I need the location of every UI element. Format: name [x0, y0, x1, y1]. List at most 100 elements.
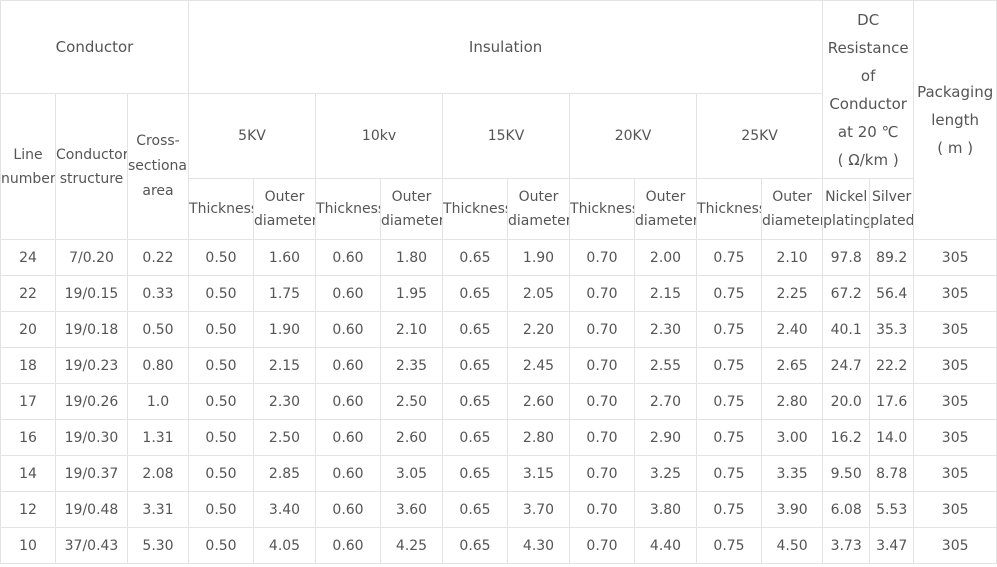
cell-15kv-outer-diameter: 3.70: [507, 491, 571, 528]
cell-cross-sectional-area: 0.80: [126, 347, 190, 384]
cell-10kv-outer-diameter: 2.35: [380, 347, 444, 384]
cell-25kv-outer-diameter: 2.40: [761, 311, 824, 348]
cell-silver-plated: 5.53: [869, 491, 915, 528]
cell-nickel-plating: 20.0: [822, 383, 871, 420]
cell-15kv-thickness: 0.65: [442, 383, 509, 420]
cell-5kv-thickness: 0.50: [188, 239, 255, 276]
cell-5kv-outer-diameter: 2.50: [253, 419, 317, 456]
cell-conductor-structure: 19/0.48: [55, 491, 128, 528]
cell-20kv-thickness: 0.70: [569, 491, 636, 528]
cell-conductor-structure: 19/0.18: [55, 311, 128, 348]
cell-cross-sectional-area: 1.31: [126, 419, 190, 456]
header-insulation: Insulation: [188, 0, 824, 94]
cell-silver-plated: 17.6: [869, 383, 915, 420]
cell-10kv-thickness: 0.60: [315, 491, 382, 528]
cell-15kv-thickness: 0.65: [442, 347, 509, 384]
cell-15kv-thickness: 0.65: [442, 527, 509, 564]
cell-10kv-thickness: 0.60: [315, 383, 382, 420]
cell-10kv-outer-diameter: 4.25: [380, 527, 444, 564]
cell-line-number: 12: [0, 491, 56, 528]
cell-15kv-outer-diameter: 3.15: [507, 455, 571, 492]
cell-5kv-thickness: 0.50: [188, 455, 255, 492]
cell-packaging-length: 305: [913, 419, 997, 456]
cell-line-number: 14: [0, 455, 56, 492]
cell-line-number: 17: [0, 383, 56, 420]
header-outer-diameter: Outer diameter: [761, 178, 824, 240]
cell-20kv-thickness: 0.70: [569, 383, 636, 420]
cell-silver-plated: 89.2: [869, 239, 915, 276]
cell-10kv-outer-diameter: 2.60: [380, 419, 444, 456]
table-row: 17 19/0.26 1.0 0.50 2.30 0.60 2.50 0.65 2.60 0.70…: [0, 383, 997, 420]
cell-5kv-thickness: 0.50: [188, 275, 255, 312]
cell-15kv-outer-diameter: 2.60: [507, 383, 571, 420]
cell-10kv-thickness: 0.60: [315, 419, 382, 456]
header-packaging-length: Packaging length ( m ): [913, 0, 997, 240]
cell-25kv-thickness: 0.75: [696, 275, 763, 312]
table-row: 12 19/0.48 3.31 0.50 3.40 0.60 3.60 0.65 3.70 0.7…: [0, 491, 997, 528]
cell-10kv-thickness: 0.60: [315, 527, 382, 564]
cell-25kv-thickness: 0.75: [696, 455, 763, 492]
cell-cross-sectional-area: 0.33: [126, 275, 190, 312]
cell-silver-plated: 35.3: [869, 311, 915, 348]
cell-25kv-outer-diameter: 4.50: [761, 527, 824, 564]
cell-5kv-outer-diameter: 2.15: [253, 347, 317, 384]
cell-silver-plated: 3.47: [869, 527, 915, 564]
cell-5kv-outer-diameter: 2.30: [253, 383, 317, 420]
cell-5kv-outer-diameter: 4.05: [253, 527, 317, 564]
cell-10kv-outer-diameter: 2.10: [380, 311, 444, 348]
cell-packaging-length: 305: [913, 455, 997, 492]
cell-conductor-structure: 19/0.23: [55, 347, 128, 384]
cell-packaging-length: 305: [913, 347, 997, 384]
cell-15kv-outer-diameter: 4.30: [507, 527, 571, 564]
cell-10kv-outer-diameter: 1.95: [380, 275, 444, 312]
table-row: 24 7/0.20 0.22 0.50 1.60 0.60 1.80 0.65 1.90 0.70…: [0, 239, 997, 276]
cell-line-number: 18: [0, 347, 56, 384]
cell-silver-plated: 22.2: [869, 347, 915, 384]
cell-10kv-outer-diameter: 3.05: [380, 455, 444, 492]
cell-nickel-plating: 40.1: [822, 311, 871, 348]
cell-25kv-thickness: 0.75: [696, 491, 763, 528]
cell-5kv-thickness: 0.50: [188, 311, 255, 348]
table-row: 10 37/0.43 5.30 0.50 4.05 0.60 4.25 0.65 4.30 0.7…: [0, 527, 997, 564]
cell-packaging-length: 305: [913, 275, 997, 312]
header-kv-5: 5KV: [188, 93, 317, 179]
header-thickness: Thickness: [442, 178, 509, 240]
header-outer-diameter: Outer diameter: [507, 178, 571, 240]
cell-line-number: 22: [0, 275, 56, 312]
cell-conductor-structure: 19/0.37: [55, 455, 128, 492]
header-thickness: Thickness: [315, 178, 382, 240]
cell-20kv-outer-diameter: 2.90: [634, 419, 698, 456]
cell-cross-sectional-area: 5.30: [126, 527, 190, 564]
header-row-1: Conductor Insulation DC Resistance of Co…: [0, 0, 997, 240]
cell-15kv-outer-diameter: 2.80: [507, 419, 571, 456]
cell-nickel-plating: 3.73: [822, 527, 871, 564]
header-kv-15: 15KV: [442, 93, 571, 179]
cell-10kv-thickness: 0.60: [315, 275, 382, 312]
cell-cross-sectional-area: 2.08: [126, 455, 190, 492]
header-kv-25: 25KV: [696, 93, 824, 179]
cell-10kv-thickness: 0.60: [315, 239, 382, 276]
table-row: 20 19/0.18 0.50 0.50 1.90 0.60 2.10 0.65 2.20 0.7…: [0, 311, 997, 348]
cell-25kv-thickness: 0.75: [696, 347, 763, 384]
cell-15kv-thickness: 0.65: [442, 419, 509, 456]
header-conductor-structure: Conductor structure: [55, 93, 128, 240]
cell-5kv-outer-diameter: 1.60: [253, 239, 317, 276]
cell-20kv-thickness: 0.70: [569, 419, 636, 456]
cell-25kv-outer-diameter: 3.00: [761, 419, 824, 456]
header-thickness: Thickness: [696, 178, 763, 240]
cell-nickel-plating: 16.2: [822, 419, 871, 456]
cell-15kv-thickness: 0.65: [442, 275, 509, 312]
cell-nickel-plating: 9.50: [822, 455, 871, 492]
cell-15kv-thickness: 0.65: [442, 311, 509, 348]
cell-line-number: 24: [0, 239, 56, 276]
cell-cross-sectional-area: 0.22: [126, 239, 190, 276]
header-outer-diameter: Outer diameter: [253, 178, 317, 240]
cell-5kv-outer-diameter: 2.85: [253, 455, 317, 492]
cell-25kv-outer-diameter: 3.35: [761, 455, 824, 492]
header-cross-sectional-area: Cross- sectional area: [126, 93, 190, 240]
cell-25kv-outer-diameter: 2.25: [761, 275, 824, 312]
header-kv-20: 20KV: [569, 93, 698, 179]
cell-25kv-thickness: 0.75: [696, 527, 763, 564]
header-silver-plated: Silver plated: [869, 178, 915, 240]
cell-10kv-thickness: 0.60: [315, 455, 382, 492]
